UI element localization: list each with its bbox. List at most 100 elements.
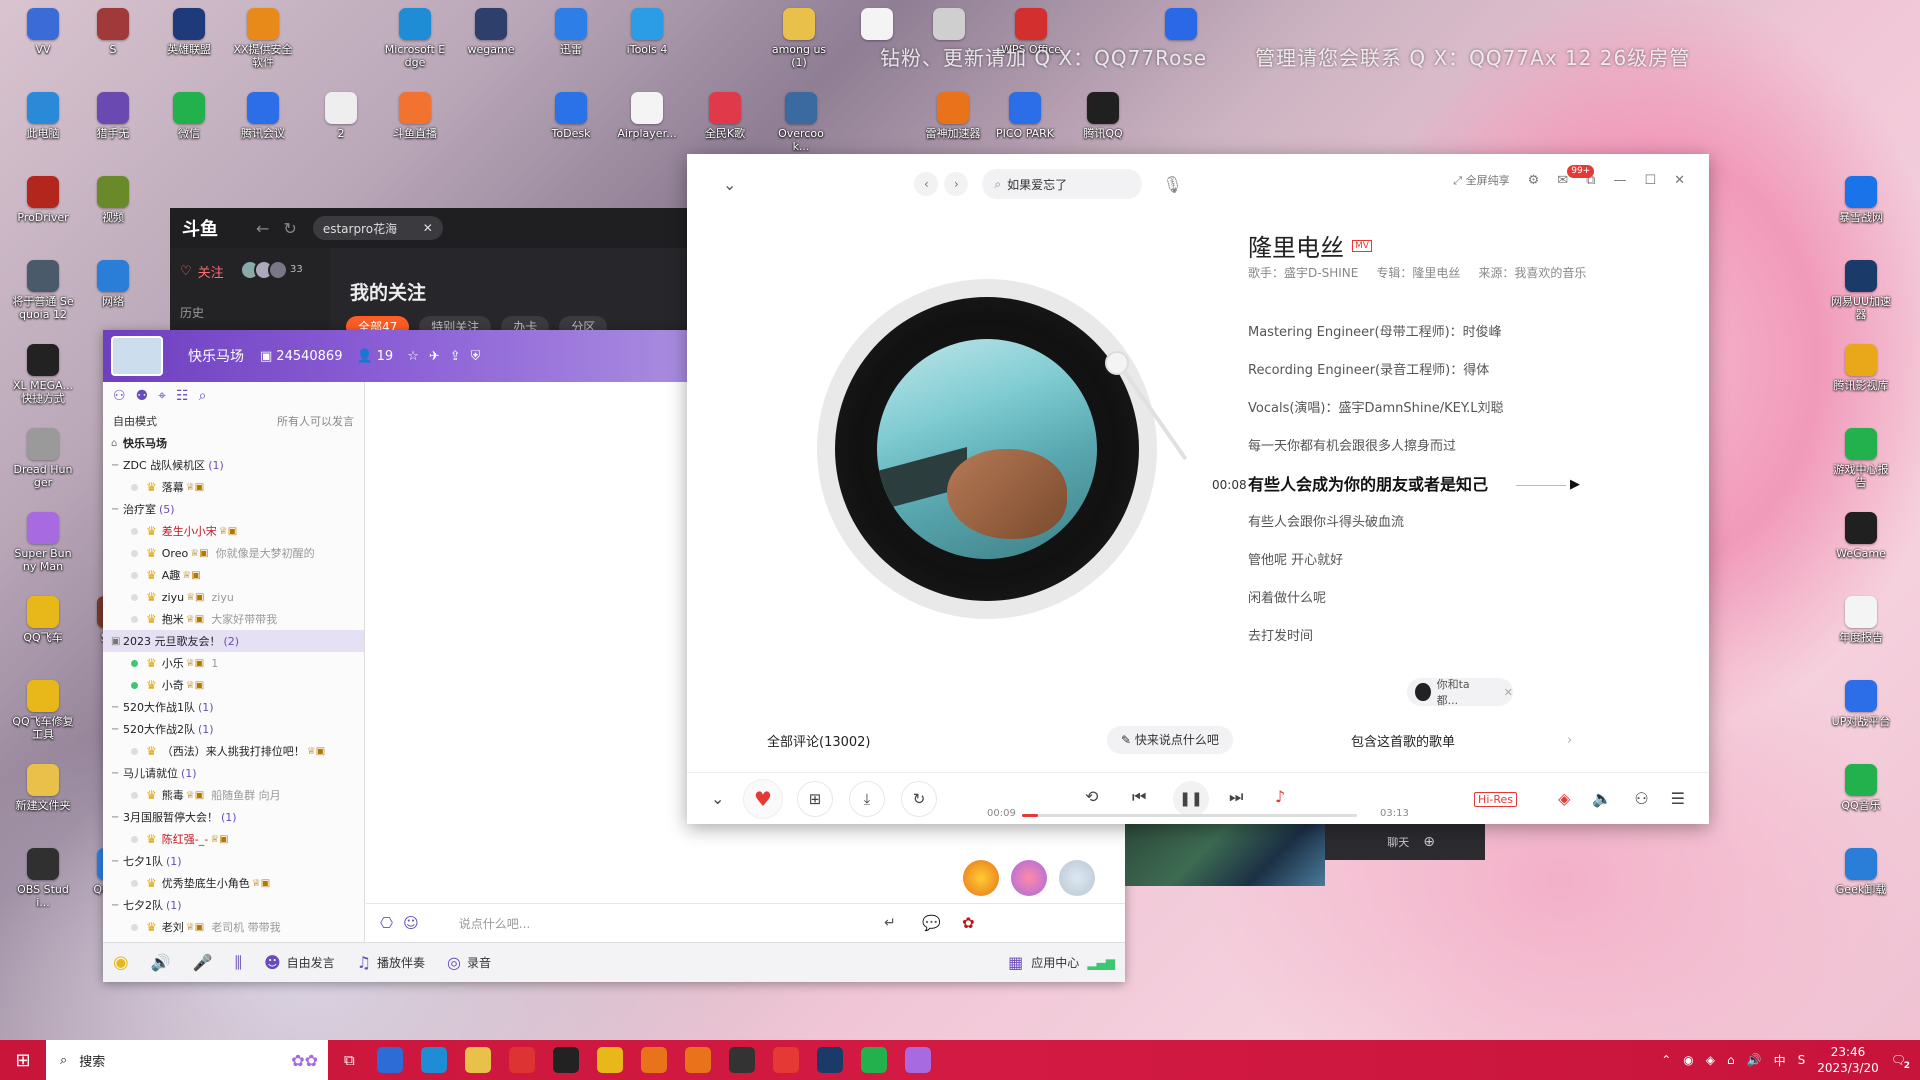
taskbar-search-input[interactable]: ⌕ 搜索 ✿✿: [46, 1040, 328, 1080]
taskbar-app-icon[interactable]: [904, 1047, 931, 1073]
sogou-icon[interactable]: S: [1798, 1053, 1806, 1067]
download-icon[interactable]: ⤓: [849, 781, 885, 817]
channel-avatar[interactable]: [111, 336, 163, 376]
gift-icon[interactable]: [1011, 860, 1047, 896]
rose-icon[interactable]: ✿: [962, 914, 975, 932]
add-to-playlist-icon[interactable]: ⊞: [797, 781, 833, 817]
desktop-icon[interactable]: [918, 8, 980, 43]
plane-icon[interactable]: ✈: [429, 349, 440, 364]
location-icon[interactable]: ⌖: [158, 388, 166, 404]
desktop-icon[interactable]: 将于普通 Sequoia 12: [12, 260, 74, 321]
equalizer-icon[interactable]: ⫼: [235, 953, 242, 973]
tree-group[interactable]: − 七夕2队 (1): [111, 894, 364, 916]
desktop-icon[interactable]: VV: [12, 8, 74, 56]
quick-comment-button[interactable]: ✎ 快来说点什么吧: [1107, 726, 1233, 754]
desktop-icon[interactable]: 全民K歌: [694, 92, 756, 140]
taskbar-app-icon[interactable]: [772, 1047, 799, 1073]
lyric-line[interactable]: 闲着做什么呢: [1248, 580, 1608, 618]
pause-button[interactable]: ❚❚: [1173, 781, 1209, 817]
tree-group[interactable]: − ZDC 战队候机区 (1): [111, 454, 364, 476]
volume-icon[interactable]: 🔊: [1747, 1053, 1762, 1067]
collapse-icon[interactable]: −: [111, 768, 123, 779]
free-talk-button[interactable]: ☻ 自由发言: [264, 953, 335, 972]
volume-icon[interactable]: 🔈: [1592, 789, 1612, 808]
next-icon[interactable]: ⏭: [1229, 787, 1243, 807]
collapse-icon[interactable]: −: [111, 900, 123, 911]
mail-icon[interactable]: ✉ 99+: [1557, 164, 1595, 188]
desktop-icon[interactable]: Dread Hunger: [12, 428, 74, 489]
playlists-label[interactable]: 包含这首歌的歌单: [1351, 731, 1455, 750]
search-icon[interactable]: ⌕: [199, 388, 207, 404]
fullscreen-button[interactable]: ⤢ 全屏纯享: [1453, 172, 1509, 188]
music-search-input[interactable]: ⌕ 如果爱忘了: [982, 169, 1143, 199]
collapse-icon[interactable]: −: [111, 504, 123, 515]
playlist-icon[interactable]: ☰: [1671, 789, 1685, 808]
mic-icon[interactable]: 🎙: [1162, 175, 1182, 194]
clock[interactable]: 23:46 2023/3/20: [1817, 1044, 1879, 1076]
desktop-icon[interactable]: 腾讯会议: [232, 92, 294, 140]
desktop-icon[interactable]: 腾讯QQ: [1072, 92, 1134, 140]
lyric-line[interactable]: Vocals(演唱)：盛宇DamnShine/KEY.L刘聪: [1248, 390, 1608, 428]
desktop-icon[interactable]: 腾讯影视库: [1830, 344, 1892, 392]
tree-user[interactable]: ♛ 陈红强-_- ♕▣: [111, 828, 364, 850]
listen-together-icon[interactable]: ⚇: [1634, 789, 1648, 808]
desktop-icon[interactable]: 迅雷: [540, 8, 602, 56]
speaker-icon[interactable]: 🔊: [151, 953, 171, 972]
taskbar-app-icon[interactable]: [376, 1047, 403, 1073]
desktop-icon[interactable]: 游戏中心报告: [1830, 428, 1892, 489]
notice-icon[interactable]: ☷: [176, 388, 189, 404]
sound-effect-icon[interactable]: ◈: [1558, 789, 1570, 808]
desktop-icon[interactable]: 新建文件夹: [12, 764, 74, 812]
desktop-icon[interactable]: iTools 4: [616, 8, 678, 56]
taskbar-app-icon[interactable]: [420, 1047, 447, 1073]
plus-icon[interactable]: ⊕: [1423, 834, 1435, 850]
tree-user[interactable]: ♛ （西法）来人挑我打排位吧！ ♕▣: [111, 740, 364, 762]
close-icon[interactable]: ✕: [1674, 173, 1685, 188]
chevron-down-icon[interactable]: ⌄: [723, 175, 736, 194]
comments-label[interactable]: 全部评论(13002): [767, 731, 871, 750]
desktop-icon[interactable]: 暴雪战网: [1830, 176, 1892, 224]
send-icon[interactable]: ↵: [884, 915, 896, 931]
collapse-icon[interactable]: −: [111, 460, 123, 471]
lyric-line[interactable]: 管他呢 开心就好: [1248, 542, 1608, 580]
gamepad-icon[interactable]: ⎔: [380, 914, 393, 932]
chevron-right-icon[interactable]: ›: [1567, 733, 1572, 748]
desktop-icon[interactable]: OBS Studi...: [12, 848, 74, 909]
task-view-icon[interactable]: ⧉: [344, 1051, 355, 1069]
taskbar-app-icon[interactable]: [508, 1047, 535, 1073]
collapse-icon[interactable]: −: [111, 812, 123, 823]
like-button[interactable]: ♥: [743, 779, 783, 819]
desktop-icon[interactable]: 2: [310, 92, 372, 140]
desktop-icon[interactable]: ToDesk: [540, 92, 602, 140]
tree-user[interactable]: ♛ 熊毒 ♕▣ 船随鱼群 向月: [111, 784, 364, 806]
back-icon[interactable]: ←: [256, 219, 269, 238]
close-icon[interactable]: ✕: [1504, 686, 1513, 699]
tree-group[interactable]: − 治疗室 (5): [111, 498, 364, 520]
desktop-icon[interactable]: 猎手无: [82, 92, 144, 140]
tree-user[interactable]: ♛ 优秀垫底生小角色 ♕▣: [111, 872, 364, 894]
yy-logo-icon[interactable]: ◉: [113, 952, 129, 973]
tree-user[interactable]: ♛ 小乐 ♕▣ 1: [111, 652, 364, 674]
desktop-icon[interactable]: [1150, 8, 1212, 43]
desktop-icon[interactable]: QQ音乐: [1830, 764, 1892, 812]
desktop-icon[interactable]: 雷神加速器: [922, 92, 984, 140]
tree-user[interactable]: ♛ 落幕 ♕▣: [111, 476, 364, 498]
desktop-icon[interactable]: [846, 8, 908, 43]
desktop-icon[interactable]: 年度报告: [1830, 596, 1892, 644]
desktop-icon[interactable]: 英雄联盟: [158, 8, 220, 56]
windows-start-button[interactable]: ⊞: [0, 1040, 46, 1080]
desktop-icon[interactable]: 微信: [158, 92, 220, 140]
tree-group[interactable]: −520大作战1队 (1): [111, 696, 364, 718]
tray-app-icon[interactable]: ◉: [1683, 1053, 1693, 1067]
taskbar-app-icon[interactable]: [860, 1047, 887, 1073]
douyu-search-input[interactable]: estarpro花海 ✕: [312, 216, 443, 240]
tree-group[interactable]: − 七夕1队 (1): [111, 850, 364, 872]
tree-user[interactable]: ♛ A趣 ♕▣: [111, 564, 364, 586]
history-menu-item[interactable]: 历史: [180, 304, 204, 321]
tree-group[interactable]: ▣ 2023 元旦歌友会！ (2): [103, 630, 364, 652]
collapse-icon[interactable]: −: [111, 702, 123, 713]
play-from-lyric-icon[interactable]: ▶: [1570, 466, 1580, 504]
minimize-icon[interactable]: —: [1613, 173, 1626, 188]
close-icon[interactable]: ✕: [423, 221, 433, 235]
previous-icon[interactable]: ⏮: [1132, 787, 1146, 807]
